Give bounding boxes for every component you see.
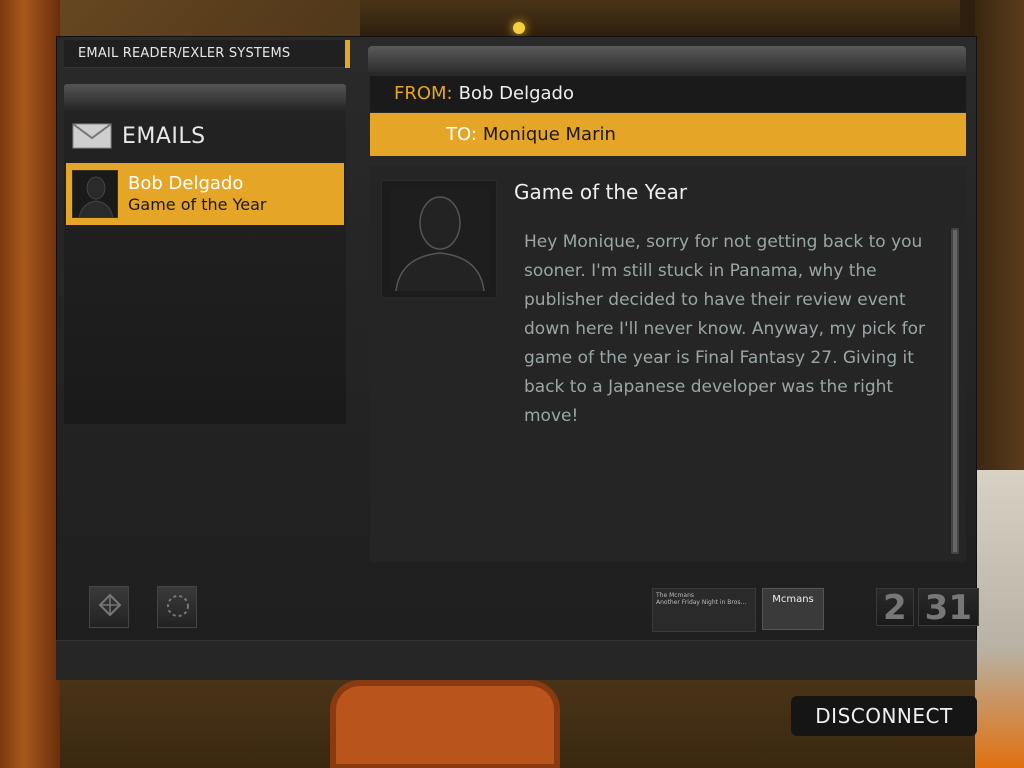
clock-hour: 2 — [876, 588, 914, 627]
message-header-bar — [368, 46, 966, 72]
email-item-sender: Bob Delgado — [128, 173, 244, 194]
news-widget[interactable]: The Mcmans Another Friday Night in Bros.… — [652, 588, 756, 632]
ceiling-light — [513, 22, 525, 34]
background-curtain — [0, 0, 60, 768]
dock-settings-icon[interactable] — [157, 586, 197, 628]
inbox-title: EMAILS — [122, 123, 206, 149]
to-value: Monique Marin — [482, 124, 616, 145]
dock-grid-icon[interactable] — [89, 586, 129, 628]
disconnect-button[interactable]: DISCONNECT — [791, 696, 977, 736]
left-panel-header-bar — [64, 84, 346, 106]
envelope-icon — [72, 123, 112, 149]
message-scrollbar-thumb[interactable] — [953, 230, 957, 552]
background-sofa — [975, 470, 1024, 768]
from-value: Bob Delgado — [458, 83, 574, 104]
from-row: FROM: Bob Delgado — [370, 76, 966, 112]
to-label: TO: — [446, 124, 477, 145]
clock-minute: 31 — [917, 588, 979, 627]
system-title: EMAIL READER/EXLER SYSTEMS — [64, 40, 350, 68]
inbox-header: EMAILS — [72, 120, 206, 152]
sender-avatar-thumb — [72, 170, 118, 218]
message-subject: Game of the Year — [514, 180, 688, 204]
news-widget-title: The Mcmans — [656, 592, 694, 599]
to-row: TO: Monique Marin — [370, 113, 966, 156]
from-label: FROM: — [394, 83, 453, 104]
background-wall — [975, 0, 1024, 470]
clock: 2 31 — [876, 588, 979, 628]
email-item-text: Bob Delgado Game of the Year — [128, 173, 266, 215]
message-body: Hey Monique, sorry for not getting back … — [524, 232, 926, 426]
email-item-subject: Game of the Year — [128, 195, 267, 214]
background-top — [360, 0, 960, 40]
news-thumbnail[interactable]: Mcmans — [762, 588, 824, 630]
sender-avatar — [381, 180, 497, 298]
device-status-strip — [56, 640, 977, 680]
news-widget-headline: Another Friday Night in Bros... — [656, 599, 747, 606]
email-list-item[interactable]: Bob Delgado Game of the Year — [66, 163, 344, 225]
background-chair — [330, 680, 560, 768]
inbox-panel — [64, 110, 346, 424]
